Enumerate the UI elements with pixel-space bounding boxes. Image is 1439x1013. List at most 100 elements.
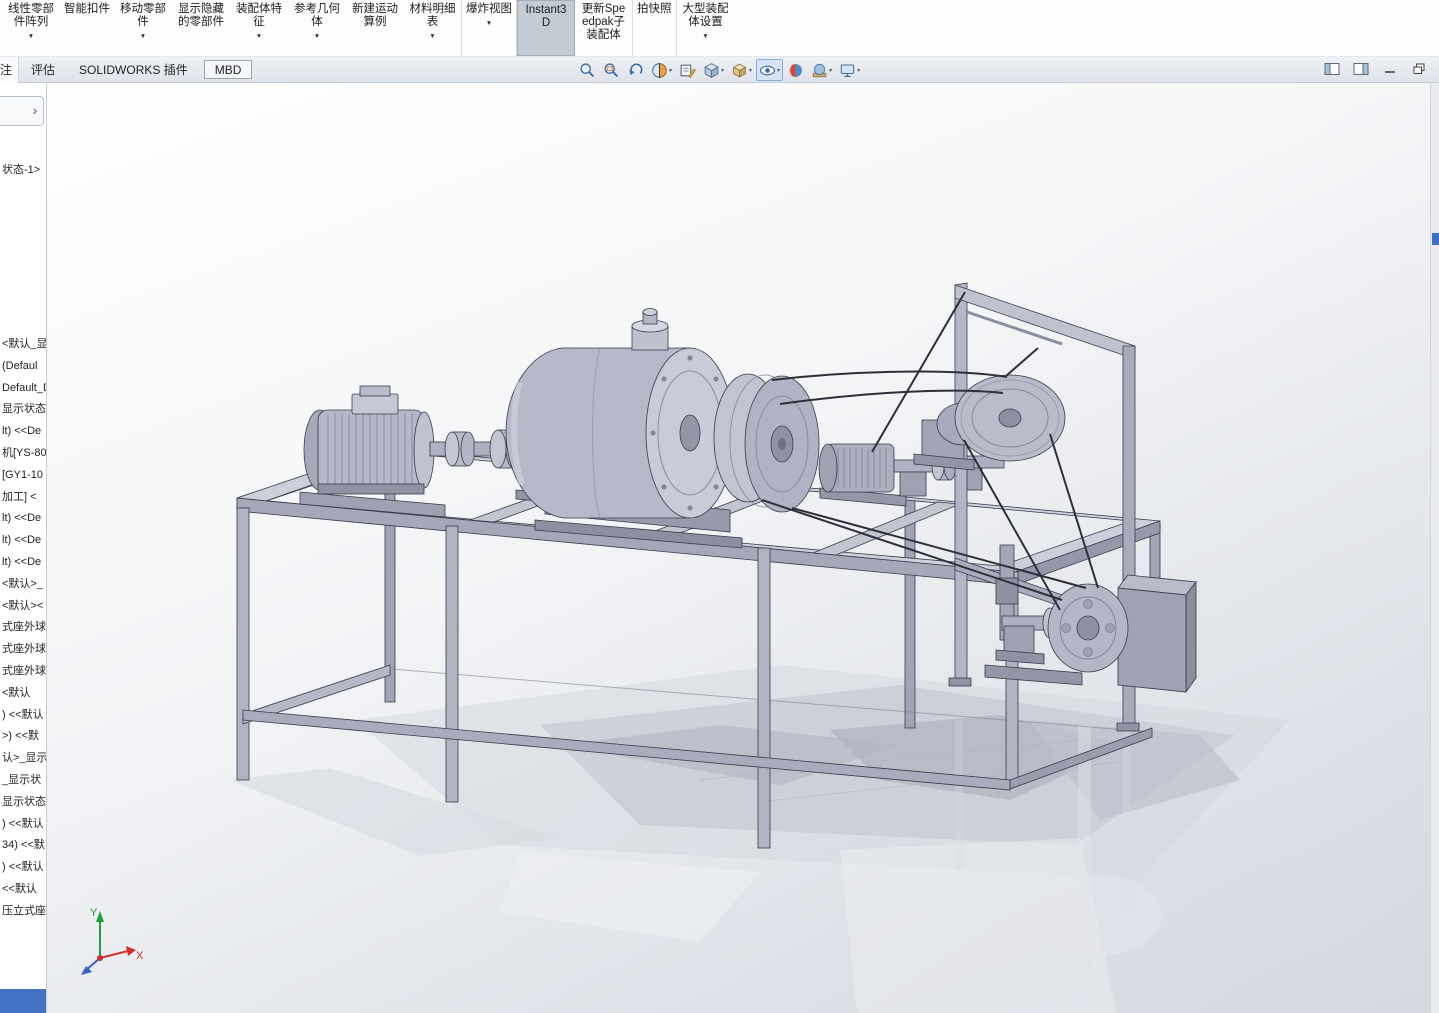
- tree-item[interactable]: lt) <<De: [2, 552, 46, 574]
- tree-item[interactable]: 机[YS-80: [2, 443, 46, 465]
- toolbar-button[interactable]: 线性零部件阵列 ▼: [2, 0, 60, 56]
- toolbar-button-label: 装配体特征: [236, 3, 282, 28]
- restore-window-button[interactable]: [1409, 60, 1429, 78]
- heads-up-toolbar: ▾ ▾ ▾ ▾ ▾ ▾: [576, 59, 863, 81]
- tree-item[interactable]: _显示状: [2, 770, 46, 792]
- chevron-down-icon: ▼: [702, 33, 709, 40]
- zoom-to-fit-button[interactable]: [576, 59, 599, 81]
- chevron-down-icon: ▼: [485, 20, 493, 27]
- toolbar-button-label: 拍快照: [637, 3, 672, 15]
- toolbar-button-label: 移动零部件: [120, 3, 166, 28]
- tree-item[interactable]: (Defaul: [2, 356, 46, 378]
- chevron-down-icon: ▾: [721, 67, 725, 74]
- viewport-canvas[interactable]: Y X: [0, 80, 1439, 1013]
- tree-item[interactable]: ) <<默认: [2, 705, 46, 727]
- tree-item[interactable]: lt) <<De: [2, 421, 46, 443]
- toolbar-button-label: 大型装配体设置: [682, 3, 729, 28]
- minimize-window-button[interactable]: [1380, 60, 1400, 78]
- edit-appearance-button[interactable]: [784, 59, 807, 81]
- triad-x-label: X: [136, 950, 144, 962]
- dynamic-annotation-views-icon: [680, 64, 696, 78]
- command-manager: 线性零部件阵列 ▼ 智能扣件 移动零部件 ▼ 显示隐藏的零部件 装配体特征 ▼ …: [0, 0, 1439, 57]
- tree-item[interactable]: ) <<默认: [2, 814, 46, 836]
- tree-item-display-state[interactable]: 状态-1>: [2, 161, 40, 177]
- display-style-button[interactable]: ▾: [728, 59, 755, 81]
- commandmanager-tab[interactable]: 评估: [19, 57, 67, 83]
- toolbar-button[interactable]: 大型装配体设置 ▼: [677, 0, 735, 56]
- toolbar-button-label: 智能扣件: [64, 3, 110, 15]
- tree-item[interactable]: lt) <<De: [2, 508, 46, 530]
- tree-item[interactable]: <默认>_: [2, 574, 46, 596]
- toolbar-button[interactable]: 拍快照: [633, 0, 677, 56]
- tab-label: SOLIDWORKS 插件: [79, 63, 188, 77]
- view-orientation-button[interactable]: ▾: [700, 59, 727, 81]
- toolbar-button-label: 材料明细表: [409, 3, 456, 28]
- hide-show-items-button[interactable]: ▾: [756, 59, 784, 81]
- toolbar-button[interactable]: 材料明细表 ▼: [404, 0, 462, 56]
- tab-label: MBD: [214, 62, 242, 77]
- chevron-down-icon: ▾: [749, 67, 753, 74]
- pane-toggle-right-icon: [1353, 63, 1369, 75]
- tree-item[interactable]: 34) <<默: [2, 835, 46, 857]
- tree-item[interactable]: <默认_显: [2, 334, 46, 356]
- graphics-viewport[interactable]: Y X: [0, 57, 1439, 1013]
- toolbar-button[interactable]: 装配体特征 ▼: [230, 0, 288, 56]
- tree-item[interactable]: >) <<默: [2, 726, 46, 748]
- section-view-icon: [652, 62, 667, 78]
- toolbar-button[interactable]: 移动零部件 ▼: [114, 0, 172, 56]
- toolbar-button[interactable]: 爆炸视图 ▼: [462, 0, 517, 56]
- tree-item[interactable]: 式座外球: [2, 661, 46, 683]
- tree-item[interactable]: 认>_显示: [2, 748, 46, 770]
- tree-item[interactable]: 式座外球: [2, 639, 46, 661]
- tree-item[interactable]: lt) <<De: [2, 530, 46, 552]
- expand-panel-button[interactable]: ›: [28, 102, 42, 118]
- chevron-down-icon: ▾: [777, 67, 781, 74]
- panel-bottom-indicator: [0, 989, 46, 1013]
- main-pulley: [713, 373, 820, 513]
- minimize-icon: [1385, 71, 1395, 73]
- toolbar-button[interactable]: 参考几何体 ▼: [288, 0, 346, 56]
- tree-item[interactable]: 显示状态-: [2, 399, 46, 421]
- previous-view-button[interactable]: [624, 59, 647, 81]
- apply-scene-icon: [812, 63, 827, 77]
- tree-item[interactable]: 式座外球: [2, 617, 46, 639]
- zoom-to-area-button[interactable]: [600, 59, 623, 81]
- toolbar-button[interactable]: Instant3D: [517, 0, 575, 56]
- toolbar-button[interactable]: 智能扣件: [60, 0, 114, 56]
- edit-appearance-icon: [789, 63, 802, 77]
- triad-y-label: Y: [90, 907, 98, 919]
- dynamic-annotation-views-button[interactable]: [676, 59, 699, 81]
- task-pane-edge[interactable]: [1430, 83, 1439, 1013]
- toolbar-button[interactable]: 更新Speedpak子装配体: [575, 0, 633, 56]
- chevron-down-icon: ▾: [829, 67, 833, 74]
- section-view-button[interactable]: ▾: [648, 59, 675, 81]
- window-controls: [1322, 60, 1429, 78]
- tree-item[interactable]: <<默认: [2, 879, 46, 901]
- zoom-to-fit-icon: [580, 62, 595, 77]
- apply-scene-button[interactable]: ▾: [808, 59, 835, 81]
- toolbar-button[interactable]: 新建运动算例: [346, 0, 404, 56]
- toolbar-button-label: 显示隐藏的零部件: [178, 3, 224, 28]
- tree-item[interactable]: 显示状态: [2, 792, 46, 814]
- tree-item[interactable]: ) <<默认: [2, 857, 46, 879]
- tree-item[interactable]: 压立式座: [2, 901, 46, 923]
- commandmanager-tab[interactable]: 注: [0, 56, 20, 83]
- task-pane-marker: [1432, 233, 1439, 245]
- toolbar-button-label: 线性零部件阵列: [8, 3, 54, 28]
- pane-toggle-right-button[interactable]: [1351, 60, 1371, 78]
- chevron-down-icon: ▾: [669, 67, 673, 74]
- toolbar-button-label: 更新Speedpak子装配体: [581, 3, 626, 41]
- pane-toggle-left-button[interactable]: [1322, 60, 1342, 78]
- tree-item[interactable]: <默认: [2, 683, 46, 705]
- toolbar-button-label: 参考几何体: [294, 3, 340, 28]
- toolbar-button[interactable]: 显示隐藏的零部件: [172, 0, 230, 56]
- tree-item[interactable]: 加工] <: [2, 487, 46, 509]
- tree-item[interactable]: Default_D: [2, 378, 46, 400]
- view-orientation-icon: [704, 62, 719, 78]
- chevron-down-icon: ▼: [313, 33, 321, 40]
- view-settings-button[interactable]: ▾: [836, 59, 863, 81]
- tree-item[interactable]: <默认><: [2, 596, 46, 618]
- commandmanager-tab[interactable]: SOLIDWORKS 插件: [67, 57, 200, 83]
- tree-item[interactable]: [GY1-10: [2, 465, 46, 487]
- commandmanager-tab[interactable]: MBD: [203, 60, 253, 79]
